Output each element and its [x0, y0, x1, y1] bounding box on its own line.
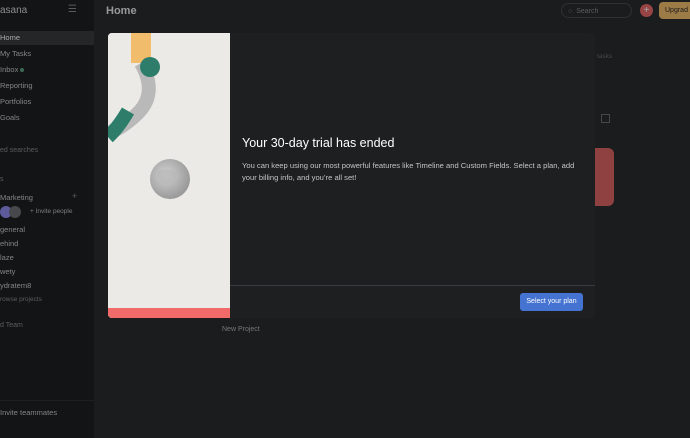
- trial-ended-modal: Your 30-day trial has ended You can keep…: [108, 33, 595, 318]
- select-plan-button[interactable]: Select your plan: [520, 293, 583, 311]
- modal-content: Your 30-day trial has ended You can keep…: [230, 33, 595, 285]
- modal-title: Your 30-day trial has ended: [242, 136, 395, 150]
- app-shell: asana ☰ Home My Tasks Inbox Reporting Po…: [0, 0, 690, 438]
- modal-body: You can keep using our most powerful fea…: [242, 161, 575, 182]
- modal-illustration: [108, 33, 230, 318]
- trial-illustration: [108, 33, 230, 318]
- modal-footer: Select your plan: [230, 285, 595, 318]
